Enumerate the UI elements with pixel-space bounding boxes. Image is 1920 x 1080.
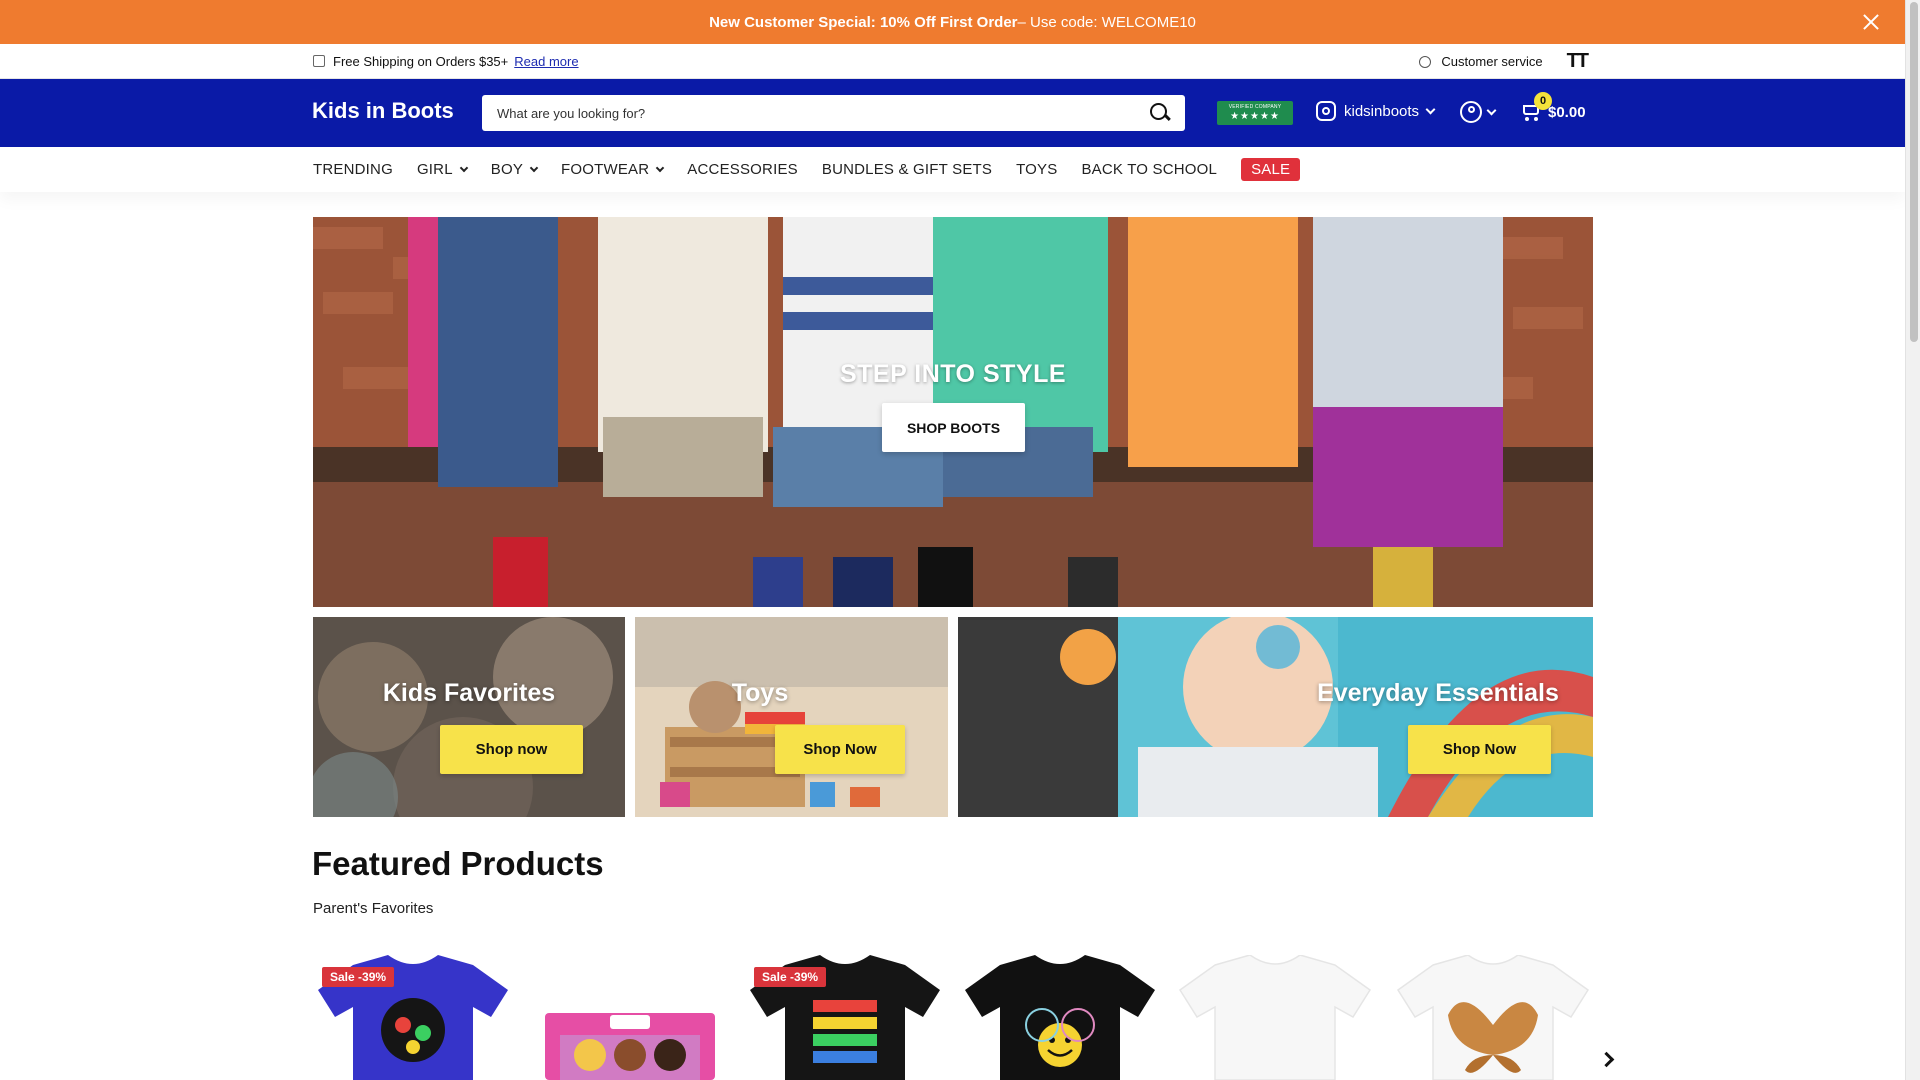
shop-now-button[interactable]: Shop Now [775, 725, 905, 774]
main-header: Kids in Boots VERIFIED COMPANY ★★★★★ kid… [0, 79, 1905, 147]
nav-item-bundles[interactable]: BUNDLES & GIFT SETS [822, 161, 992, 178]
featured-subtitle: Parent's Favorites [313, 900, 434, 917]
product-card[interactable]: Sale -39% [313, 955, 513, 1080]
nav-item-boy[interactable]: BOY [490, 161, 539, 178]
cart-count-badge: 0 [1534, 92, 1552, 110]
search-icon[interactable] [1149, 102, 1171, 124]
tile-image [635, 617, 948, 817]
chevron-down-icon [656, 163, 665, 172]
product-card[interactable]: Sale -39% [745, 955, 945, 1080]
chevron-down-icon [1486, 105, 1497, 115]
product-image [965, 955, 1155, 1080]
nav-item-trending[interactable]: TRENDING [313, 161, 393, 178]
nav-item-label: GIRL [416, 161, 453, 178]
nav-item-girl[interactable]: GIRL [416, 161, 468, 178]
trust-badge-label: VERIFIED COMPANY [1228, 104, 1282, 110]
product-card[interactable] [1175, 955, 1375, 1080]
tile-image [313, 617, 625, 817]
nav-item-label: ACCESSORIES [687, 161, 798, 178]
cart-button[interactable]: $0.00 [1520, 101, 1586, 123]
nav-item-sale[interactable]: SALE [1241, 158, 1301, 181]
read-more-link[interactable]: Read more [514, 54, 578, 69]
product-image [1178, 955, 1372, 1080]
shop-boots-button[interactable]: SHOP BOOTS [882, 403, 1025, 452]
tile-title: Kids Favorites [382, 679, 556, 707]
nav-item-label: BUNDLES & GIFT SETS [821, 161, 993, 178]
chevron-down-icon [459, 163, 468, 172]
instagram-icon [1316, 101, 1336, 121]
nav-item-accessories[interactable]: ACCESSORIES [687, 161, 798, 178]
search-input[interactable] [482, 95, 1149, 131]
nav-item-label: BOY [490, 161, 524, 178]
instagram-menu[interactable]: kidsinboots [1316, 101, 1436, 121]
shipping-icon [313, 55, 325, 67]
nav-item-footwear[interactable]: FOOTWEAR [561, 161, 665, 178]
tile-kids-favorites[interactable]: Kids Favorites Shop now [313, 617, 625, 817]
nav-item-label: SALE [1251, 161, 1291, 178]
nav-item-back-to-school[interactable]: BACK TO SCHOOL [1081, 161, 1217, 178]
tile-everyday-essentials[interactable]: Everyday Essentials Shop Now [958, 617, 1593, 817]
shop-now-button[interactable]: Shop now [440, 725, 583, 774]
scrollbar-thumb[interactable] [1910, 2, 1918, 342]
sale-badge: Sale -39% [322, 967, 395, 987]
page: New Customer Special: 10% Off First Orde… [0, 0, 1905, 1080]
nav-item-label: BACK TO SCHOOL [1081, 161, 1218, 178]
sale-badge: Sale -39% [754, 967, 827, 987]
promo-bold-text: New Customer Special: 10% Off First Orde… [709, 13, 1018, 31]
shipping-text: Free Shipping on Orders $35+ [333, 53, 509, 69]
product-image [545, 1013, 715, 1080]
carousel-next-icon[interactable] [1598, 1049, 1616, 1067]
product-card[interactable] [1393, 955, 1593, 1080]
nav-item-toys[interactable]: TOYS [1016, 161, 1057, 178]
close-icon[interactable] [1859, 10, 1883, 34]
chevron-down-icon [1425, 104, 1436, 114]
nav-item-label: TOYS [1016, 161, 1058, 178]
trust-badge-stars: ★★★★★ [1230, 111, 1280, 122]
main-nav: TRENDING GIRL BOY FOOTWEAR ACCESSORIES B… [0, 147, 1905, 192]
tile-title: Everyday Essentials [1317, 679, 1559, 707]
tile-image [958, 617, 1593, 817]
customer-service-icon [1419, 55, 1432, 68]
nav-item-label: FOOTWEAR [561, 161, 650, 178]
page-scrollbar[interactable] [1905, 0, 1920, 1080]
tile-toys[interactable]: Toys Shop Now [635, 617, 948, 817]
shop-now-button[interactable]: Shop Now [1408, 725, 1551, 774]
utility-bar: Free Shipping on Orders $35+ Read more C… [0, 44, 1905, 79]
customer-service-link[interactable]: Customer service [1441, 54, 1542, 69]
promo-banner: New Customer Special: 10% Off First Orde… [0, 0, 1905, 44]
chevron-down-icon [529, 163, 539, 172]
hero-banner[interactable]: STEP INTO STYLE SHOP BOOTS [313, 217, 1593, 607]
hero-title: STEP INTO STYLE [839, 360, 1067, 388]
instagram-handle: kidsinboots [1344, 102, 1420, 120]
search-bar [482, 95, 1185, 131]
tile-title: Toys [731, 679, 789, 707]
site-logo[interactable]: Kids in Boots [312, 98, 454, 124]
featured-title: Featured Products [312, 845, 604, 882]
utility-right: Customer service TT [1419, 44, 1589, 79]
nav-item-label: TRENDING [313, 161, 393, 178]
product-card[interactable] [960, 955, 1160, 1080]
product-card[interactable] [530, 955, 730, 1080]
text-size-icon[interactable]: TT [1567, 50, 1589, 73]
product-image [1396, 955, 1590, 1080]
trust-badge[interactable]: VERIFIED COMPANY ★★★★★ [1217, 101, 1293, 125]
user-icon [1460, 101, 1482, 123]
cart-total: $0.00 [1548, 103, 1586, 121]
promo-code-text: – Use code: WELCOME10 [1017, 13, 1196, 31]
account-menu[interactable] [1460, 101, 1497, 123]
